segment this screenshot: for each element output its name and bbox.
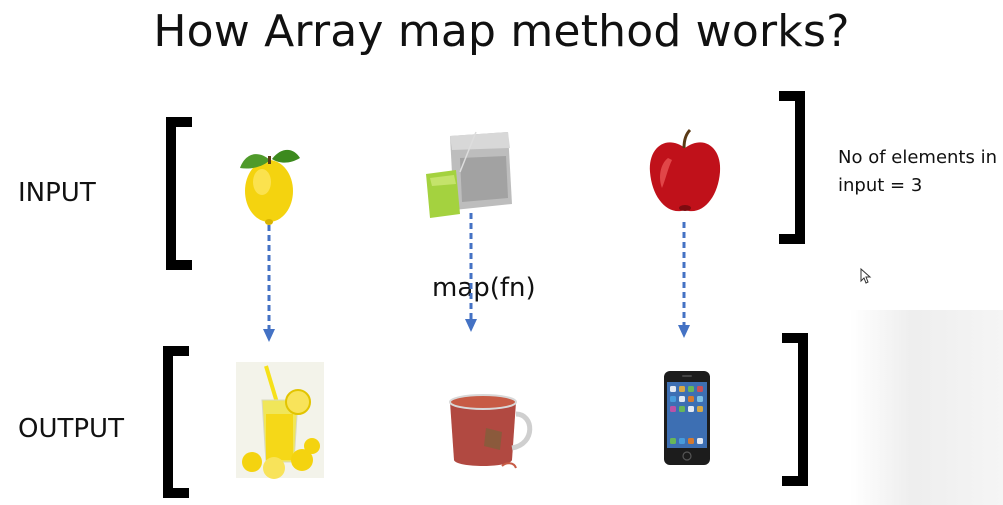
- background-fade: [850, 310, 1003, 505]
- arrow-lemon: [263, 225, 275, 342]
- mouse-cursor-icon: [860, 267, 872, 284]
- arrow-apple: [678, 222, 690, 338]
- lemon-icon: [240, 149, 300, 225]
- arrow-tea: [465, 213, 477, 332]
- iphone-icon: [664, 371, 710, 465]
- tea-cup-icon: [449, 394, 533, 469]
- tea-bag-icon: [426, 131, 512, 218]
- apple-icon: [649, 128, 721, 212]
- lemonade-icon: [236, 362, 324, 479]
